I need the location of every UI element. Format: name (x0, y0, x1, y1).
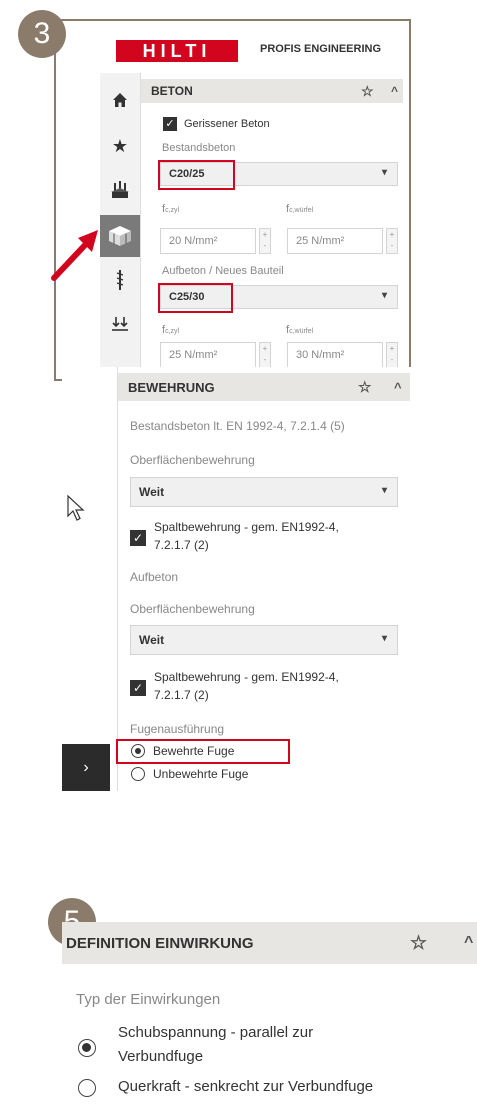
existing-concrete-label: Bestandsbeton (162, 142, 236, 154)
shear-stress-radio[interactable] (78, 1039, 96, 1057)
star-icon[interactable]: ★ (100, 125, 140, 167)
norm-reference-text: Bestandsbeton lt. EN 1992-4, 7.2.1.4 (5) (130, 419, 345, 433)
split-reinforcement-label-line2: 7.2.1.7 (2) (154, 538, 209, 552)
stepper[interactable]: + - (259, 342, 271, 368)
loads-icon[interactable] (100, 303, 140, 345)
sidebar: ★ (100, 73, 141, 381)
reinforced-joint-radio[interactable] (131, 744, 145, 758)
fc-wuerfel-label: fc,würfel (286, 324, 314, 336)
cracked-concrete-label: Gerissener Beton (184, 118, 270, 130)
split-reinforcement-checkbox[interactable]: ✓ (130, 530, 146, 546)
joint-design-label: Fugenausführung (130, 722, 225, 736)
sidebar-divider (117, 367, 118, 791)
shear-stress-label: Schubspannung - parallel zur (118, 1024, 314, 1041)
chevron-up-icon[interactable]: ^ (464, 934, 473, 952)
star-favorite-icon[interactable]: ☆ (361, 83, 374, 100)
fc-zyl-label: fc,zyl (162, 324, 180, 336)
surface-reinforcement-value: Weit (139, 633, 165, 647)
anchor-plate-icon[interactable] (100, 169, 140, 211)
cracked-concrete-checkbox[interactable]: ✓ (163, 117, 177, 131)
split-reinforcement-checkbox[interactable]: ✓ (130, 680, 146, 696)
shear-force-label: Querkraft - senkrecht zur Verbundfuge (118, 1078, 374, 1095)
surface-reinforcement-label: Oberflächenbewehrung (130, 602, 255, 616)
shear-force-radio[interactable] (78, 1079, 96, 1097)
rebar-icon[interactable] (100, 259, 140, 301)
chevron-up-icon[interactable]: ^ (391, 84, 398, 98)
hilti-logo: HILTI (116, 40, 238, 62)
dropdown-arrow-icon: ▾ (381, 167, 387, 178)
einwirkung-section-header[interactable]: DEFINITION EINWIRKUNG ☆ ^ (62, 922, 477, 964)
concrete-block-icon[interactable] (100, 215, 140, 257)
bewehrung-section-header[interactable]: BEWEHRUNG ☆ ^ (118, 373, 410, 401)
new-fc-wuerfel-input[interactable]: 30 N/mm² (287, 342, 383, 368)
star-favorite-icon[interactable]: ☆ (358, 378, 371, 396)
pointer-arrow-icon (51, 230, 98, 281)
existing-fc-zyl-input[interactable]: 20 N/mm² (160, 228, 256, 254)
stepper[interactable]: + - (259, 228, 271, 254)
highlight-box (158, 283, 233, 313)
action-type-label: Typ der Einwirkungen (76, 991, 221, 1008)
chevron-up-icon[interactable]: ^ (394, 380, 402, 395)
home-icon[interactable] (100, 79, 140, 121)
einwirkung-title: DEFINITION EINWIRKUNG (66, 934, 254, 952)
dropdown-arrow-icon: ▾ (381, 290, 387, 301)
unreinforced-joint-radio[interactable] (131, 767, 145, 781)
reinforced-joint-label: Bewehrte Fuge (153, 744, 235, 758)
existing-fc-wuerfel-input[interactable]: 25 N/mm² (287, 228, 383, 254)
fc-zyl-label: fc,zyl (162, 203, 180, 215)
split-reinforcement-label: Spaltbewehrung - gem. EN1992-4, (154, 520, 339, 534)
unreinforced-joint-label: Unbewehrte Fuge (153, 767, 249, 781)
dropdown-arrow-icon: ▾ (381, 633, 387, 644)
surface-reinforcement-select[interactable]: Weit ▾ (130, 625, 398, 655)
app-header: HILTI PROFIS ENGINEERING (100, 31, 403, 71)
split-reinforcement-label: Spaltbewehrung - gem. EN1992-4, (154, 670, 339, 684)
surface-reinforcement-label: Oberflächenbewehrung (130, 453, 255, 467)
aufbeton-label: Aufbeton (130, 570, 179, 584)
app-title: PROFIS ENGINEERING (260, 43, 382, 55)
beton-section-header[interactable]: BETON ☆ ^ (141, 79, 403, 103)
new-fc-zyl-input[interactable]: 25 N/mm² (160, 342, 256, 368)
step-three-badge: 3 (18, 10, 66, 58)
bewehrung-title: BEWEHRUNG (128, 379, 215, 395)
expand-sidebar-button[interactable]: › (62, 744, 110, 791)
stepper[interactable]: + - (386, 228, 398, 254)
star-favorite-icon[interactable]: ☆ (410, 932, 427, 955)
surface-reinforcement-select[interactable]: Weit ▾ (130, 477, 398, 507)
mouse-cursor-icon (67, 494, 85, 521)
split-reinforcement-label-line2: 7.2.1.7 (2) (154, 688, 209, 702)
new-concrete-label: Aufbeton / Neues Bauteil (162, 265, 284, 277)
stepper[interactable]: + - (386, 342, 398, 368)
surface-reinforcement-value: Weit (139, 485, 165, 499)
highlight-box (158, 160, 235, 190)
fc-wuerfel-label: fc,würfel (286, 203, 314, 215)
dropdown-arrow-icon: ▾ (381, 485, 387, 496)
beton-title: BETON (151, 84, 193, 98)
shear-stress-label-line2: Verbundfuge (118, 1048, 204, 1065)
